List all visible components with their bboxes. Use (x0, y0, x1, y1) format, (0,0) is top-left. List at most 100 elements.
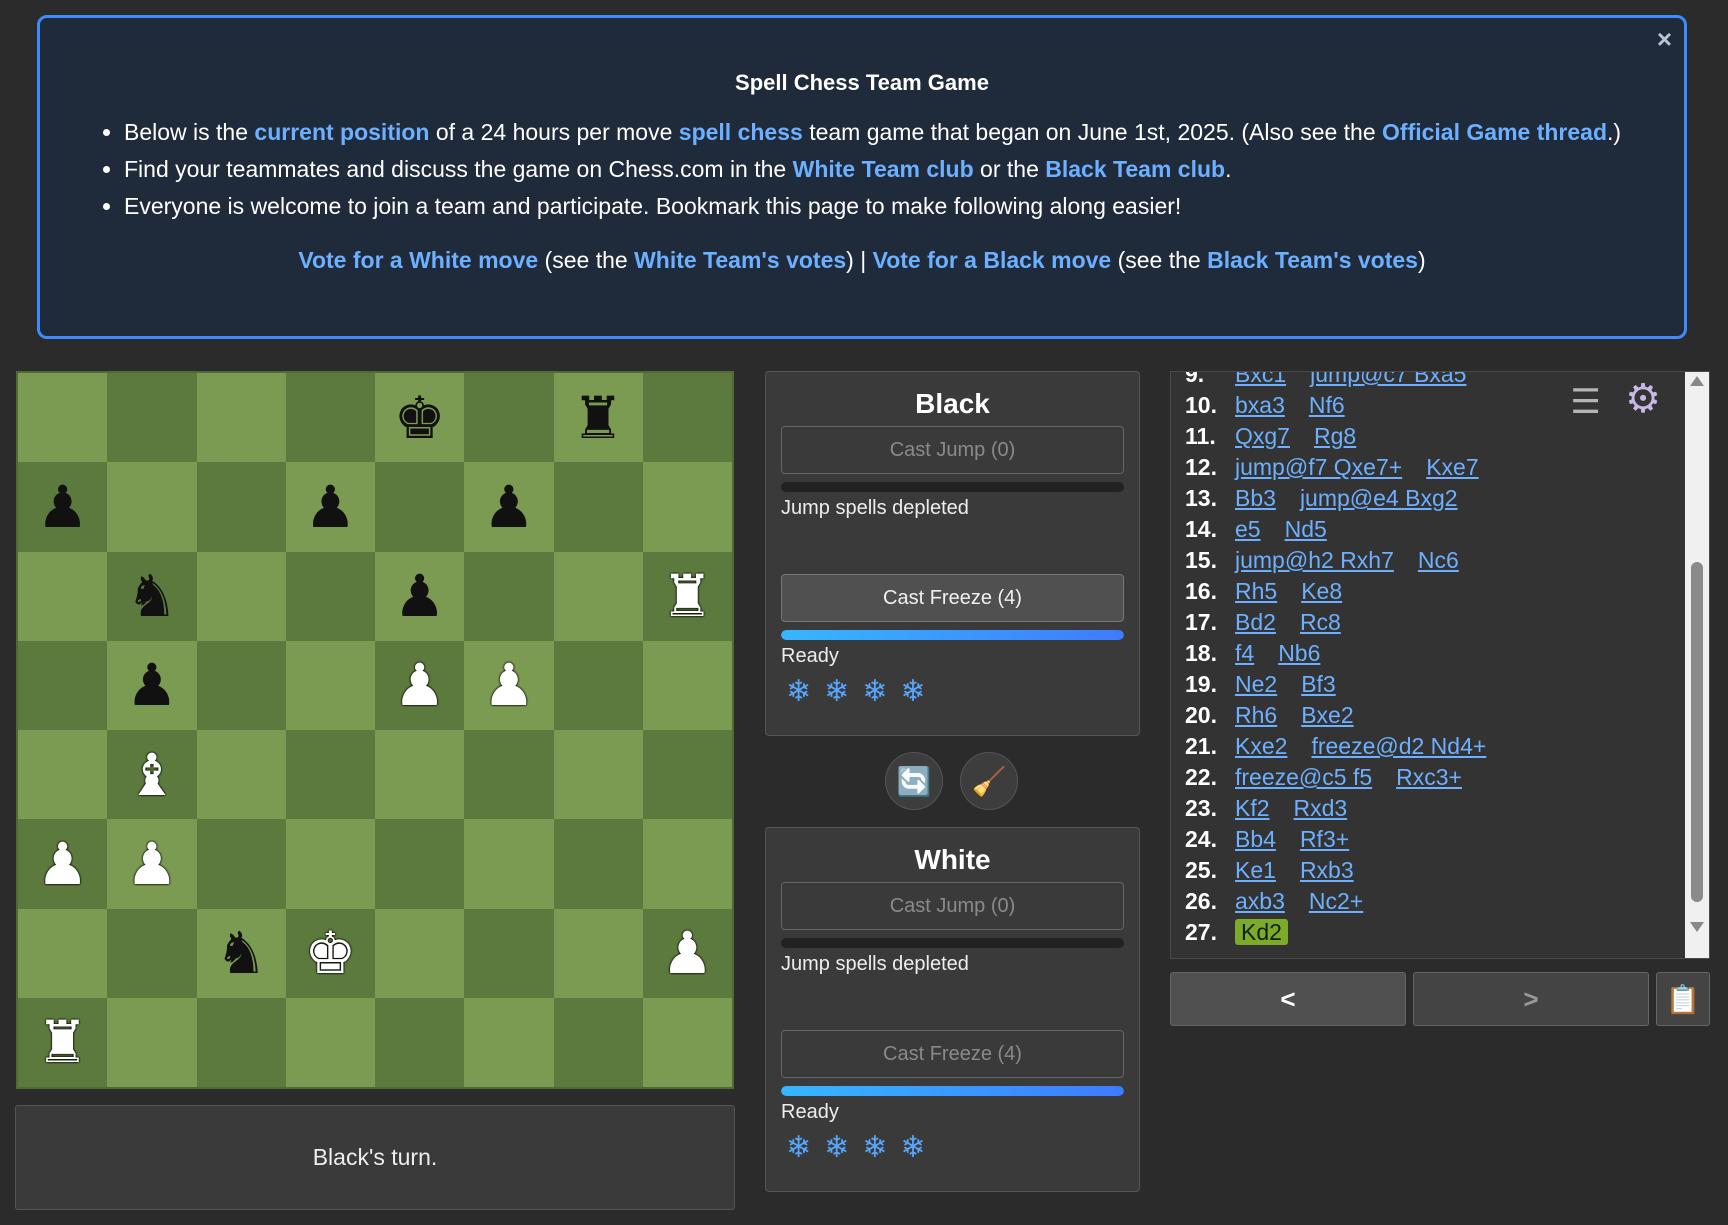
black-move-link[interactable]: Nc6 (1418, 547, 1459, 573)
square-c5[interactable] (196, 640, 286, 730)
square-h3[interactable] (642, 819, 732, 909)
black-rook-icon[interactable]: ♜ (572, 389, 624, 447)
black-move-link[interactable]: jump@c7 Bxa5 (1310, 372, 1466, 387)
square-f1[interactable] (464, 997, 554, 1087)
square-h5[interactable] (642, 640, 732, 730)
white-move-link[interactable]: Bb3 (1235, 485, 1276, 511)
move-list-scrollbar[interactable] (1685, 372, 1709, 958)
square-f5[interactable]: ♟ (464, 640, 554, 730)
square-d1[interactable] (285, 997, 375, 1087)
square-a2[interactable] (18, 908, 108, 998)
previous-move-button[interactable]: < (1170, 972, 1406, 1026)
official-game-thread-link[interactable]: Official Game thread (1382, 119, 1607, 145)
square-d2[interactable]: ♚ (285, 908, 375, 998)
square-f4[interactable] (464, 730, 554, 820)
spell-chess-link[interactable]: spell chess (679, 119, 803, 145)
black-cast-jump-button[interactable]: Cast Jump (0) (781, 426, 1124, 474)
scroll-up-icon[interactable] (1690, 376, 1704, 386)
black-move-link[interactable]: Nd5 (1285, 516, 1327, 542)
white-move-link[interactable]: f4 (1235, 640, 1254, 666)
square-h2[interactable]: ♟ (642, 908, 732, 998)
square-a3[interactable]: ♟ (18, 819, 108, 909)
black-move-link[interactable]: Rxd3 (1294, 795, 1348, 821)
vote-white-move-link[interactable]: Vote for a White move (298, 247, 538, 273)
black-pawn-icon[interactable]: ♟ (394, 567, 446, 625)
square-h4[interactable] (642, 730, 732, 820)
white-move-link[interactable]: bxa3 (1235, 392, 1285, 418)
black-team-votes-link[interactable]: Black Team's votes (1207, 247, 1418, 273)
black-knight-icon[interactable]: ♞ (126, 567, 178, 625)
vote-black-move-link[interactable]: Vote for a Black move (873, 247, 1112, 273)
square-e1[interactable] (375, 997, 465, 1087)
scroll-down-icon[interactable] (1690, 922, 1704, 932)
white-rook-icon[interactable]: ♜ (37, 1013, 89, 1071)
black-move-link[interactable]: jump@e4 Bxg2 (1300, 485, 1458, 511)
white-move-link[interactable]: freeze@c5 f5 (1235, 764, 1372, 790)
gear-icon[interactable]: ⚙ (1625, 376, 1661, 422)
square-f3[interactable] (464, 819, 554, 909)
black-move-link[interactable]: Rg8 (1314, 423, 1356, 449)
square-h8[interactable] (642, 373, 732, 463)
square-f8[interactable] (464, 373, 554, 463)
square-b1[interactable] (107, 997, 197, 1087)
black-move-link[interactable]: Bf3 (1301, 671, 1336, 697)
square-a5[interactable] (18, 640, 108, 730)
close-icon[interactable]: × (1657, 24, 1672, 55)
square-a7[interactable]: ♟ (18, 462, 108, 552)
square-c6[interactable] (196, 551, 286, 641)
square-c4[interactable] (196, 730, 286, 820)
square-d4[interactable] (285, 730, 375, 820)
square-g3[interactable] (553, 819, 643, 909)
white-move-link[interactable]: jump@f7 Qxe7+ (1235, 454, 1402, 480)
white-pawn-icon[interactable]: ♟ (661, 924, 713, 982)
black-pawn-icon[interactable]: ♟ (126, 656, 178, 714)
white-move-link[interactable]: axb3 (1235, 888, 1285, 914)
black-team-club-link[interactable]: Black Team club (1045, 156, 1225, 182)
black-move-link[interactable]: Rf3+ (1300, 826, 1349, 852)
square-c8[interactable] (196, 373, 286, 463)
black-move-link[interactable]: Nc2+ (1309, 888, 1363, 914)
square-b3[interactable]: ♟ (107, 819, 197, 909)
white-move-link[interactable]: Bd2 (1235, 609, 1276, 635)
copy-pgn-button[interactable]: 📋 (1656, 972, 1710, 1026)
white-bishop-icon[interactable]: ♝ (126, 746, 178, 804)
next-move-button[interactable]: > (1413, 972, 1649, 1026)
move-list-panel[interactable]: 9. Bxc1 jump@c7 Bxa5 10. bxa3 Nf6 11. Qxg7 Rg8 12… (1170, 371, 1710, 959)
black-pawn-icon[interactable]: ♟ (483, 478, 535, 536)
square-c1[interactable] (196, 997, 286, 1087)
black-move-link[interactable]: Ke8 (1301, 578, 1342, 604)
square-g1[interactable] (553, 997, 643, 1087)
white-move-link[interactable]: Kd2 (1235, 919, 1288, 945)
clear-button[interactable]: 🧹 (960, 752, 1018, 810)
white-move-link[interactable]: Ne2 (1235, 671, 1277, 697)
white-pawn-icon[interactable]: ♟ (126, 835, 178, 893)
white-rook-icon[interactable]: ♜ (661, 567, 713, 625)
white-pawn-icon[interactable]: ♟ (483, 656, 535, 714)
white-pawn-icon[interactable]: ♟ (37, 835, 89, 893)
black-knight-icon[interactable]: ♞ (215, 924, 267, 982)
square-e7[interactable] (375, 462, 465, 552)
white-pawn-icon[interactable]: ♟ (394, 656, 446, 714)
black-pawn-icon[interactable]: ♟ (304, 478, 356, 536)
square-a6[interactable] (18, 551, 108, 641)
white-team-club-link[interactable]: White Team club (793, 156, 974, 182)
square-d5[interactable] (285, 640, 375, 730)
square-b4[interactable]: ♝ (107, 730, 197, 820)
black-move-link[interactable]: Kxe7 (1426, 454, 1478, 480)
black-move-link[interactable]: Nb6 (1278, 640, 1320, 666)
black-move-link[interactable]: freeze@d2 Nd4+ (1311, 733, 1486, 759)
square-g7[interactable] (553, 462, 643, 552)
square-b8[interactable] (107, 373, 197, 463)
square-e5[interactable]: ♟ (375, 640, 465, 730)
white-move-link[interactable]: Kxe2 (1235, 733, 1287, 759)
square-a4[interactable] (18, 730, 108, 820)
square-e8[interactable]: ♚ (375, 373, 465, 463)
black-move-link[interactable]: Rc8 (1300, 609, 1341, 635)
current-position-link[interactable]: current position (254, 119, 429, 145)
white-move-link[interactable]: jump@h2 Rxh7 (1235, 547, 1394, 573)
square-g6[interactable] (553, 551, 643, 641)
black-cast-freeze-button[interactable]: Cast Freeze (4) (781, 574, 1124, 622)
square-g5[interactable] (553, 640, 643, 730)
square-g2[interactable] (553, 908, 643, 998)
square-f7[interactable]: ♟ (464, 462, 554, 552)
